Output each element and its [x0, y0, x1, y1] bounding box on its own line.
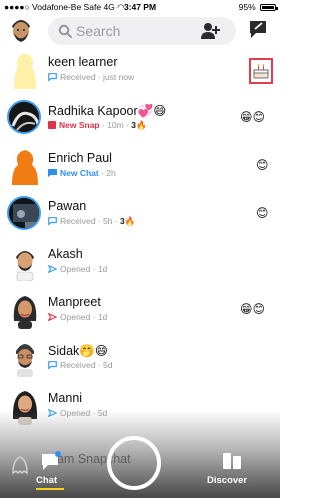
- story-avatar: [7, 196, 41, 230]
- status-time: 2h: [106, 168, 116, 178]
- active-tab-indicator: [36, 488, 64, 490]
- name-emoji: 💞😄: [137, 104, 167, 118]
- status-time: 5h: [103, 216, 113, 226]
- chat-status: Opened · 1d: [48, 264, 107, 274]
- contact-name-text: Pawan: [48, 199, 87, 213]
- add-friend-icon[interactable]: [200, 22, 220, 40]
- new-chat-status-icon: [48, 169, 57, 177]
- chat-status: Received · just now: [48, 72, 134, 82]
- contact-name: Akash: [48, 247, 83, 261]
- chat-status: New Snap · 10m · 3🔥: [48, 120, 147, 131]
- chat-row[interactable]: Sidak🤭😄 Received · 5d: [0, 334, 280, 382]
- search-icon: [58, 24, 72, 38]
- friend-emoji: 😊: [256, 206, 269, 220]
- bottom-nav: eam Snapchat Chat Discover: [0, 430, 280, 498]
- contact-name: Manni: [48, 391, 82, 405]
- contact-name-text: Enrich Paul: [48, 151, 112, 165]
- status-kind: New Snap: [59, 120, 100, 130]
- contact-name-text: Manpreet: [48, 295, 101, 309]
- chat-row[interactable]: Radhika Kapoor💞😄 New Snap · 10m · 3🔥 😁😊: [0, 94, 280, 142]
- contact-name-text: Sidak: [48, 344, 80, 358]
- new-snap-icon: [48, 121, 56, 129]
- received-chat-icon: [48, 217, 57, 225]
- chat-nav-label[interactable]: Chat: [36, 475, 57, 486]
- contact-name: Radhika Kapoor💞😄: [48, 103, 166, 119]
- contact-name: keen learner: [48, 55, 118, 69]
- chat-status: New Chat · 2h: [48, 168, 116, 178]
- status-kind: Opened: [60, 264, 91, 274]
- story-thumbnail: [9, 102, 39, 132]
- birthday-cake-highlight: [249, 58, 273, 84]
- chat-row[interactable]: Pawan Received · 5h · 3🔥 😊: [0, 190, 280, 238]
- status-kind: Received: [60, 72, 96, 82]
- bitmoji-avatar-icon: [16, 344, 34, 377]
- bitmoji-avatar-icon: [16, 251, 34, 281]
- discover-nav-label[interactable]: Discover: [207, 475, 247, 486]
- contact-name-text: Akash: [48, 247, 83, 261]
- friend-emoji: 😁😊: [240, 110, 266, 124]
- status-time: 1d: [97, 264, 108, 274]
- status-time: 10m: [107, 120, 124, 130]
- new-chat-icon[interactable]: [249, 20, 267, 40]
- status-kind: Opened: [60, 312, 91, 322]
- status-time: just now: [103, 72, 135, 82]
- story-thumbnail: [9, 198, 39, 228]
- streak-count: 3🔥: [131, 120, 147, 130]
- bitmoji-avatar-icon: [13, 296, 37, 329]
- status-time: 5d: [103, 360, 113, 370]
- status-kind: New Chat: [60, 168, 99, 178]
- chat-status: Received · 5d: [48, 360, 112, 370]
- contact-name: Enrich Paul: [48, 151, 112, 165]
- opened-arrow-icon: [48, 265, 57, 273]
- friend-emoji: 😁😊: [240, 302, 266, 316]
- header: Search: [0, 14, 280, 46]
- friend-emoji: 😊: [256, 158, 269, 172]
- ghost-avatar-icon: [14, 54, 36, 89]
- map-ghost-icon[interactable]: [11, 455, 29, 475]
- name-emoji: 🤭😄: [79, 344, 108, 358]
- chat-row[interactable]: keen learner Received · just now: [0, 46, 280, 94]
- contact-name: Pawan: [48, 199, 86, 213]
- status-kind: Received: [60, 360, 96, 370]
- chat-status: Received · 5h · 3🔥: [48, 216, 135, 227]
- chat-row[interactable]: Akash Opened · 1d: [0, 238, 280, 286]
- discover-icon[interactable]: [222, 452, 242, 470]
- status-bar-right: 95%: [238, 2, 278, 12]
- status-kind: Received: [60, 216, 96, 226]
- search-placeholder: Search: [76, 23, 121, 39]
- received-chat-icon: [48, 361, 57, 369]
- profile-bitmoji-icon[interactable]: [8, 16, 34, 44]
- chat-row[interactable]: Manpreet Opened · 1d 😁😊: [0, 286, 280, 334]
- ghost-avatar-icon: [12, 150, 38, 185]
- streak-count: 3🔥: [120, 216, 136, 226]
- search-bar[interactable]: Search: [48, 17, 236, 45]
- cake-icon: [253, 64, 269, 79]
- battery-icon: [260, 4, 278, 11]
- contact-name: Manpreet: [48, 295, 101, 309]
- camera-capture-button[interactable]: [107, 436, 161, 490]
- contact-name: Sidak🤭😄: [48, 343, 108, 359]
- status-bar: ●●●●○ Vodafone-Be Safe 4G ◠ 3:47 PM 95%: [0, 0, 280, 14]
- story-avatar: [7, 100, 41, 134]
- chat-status: Opened · 1d: [48, 312, 107, 322]
- chat-nav-icon[interactable]: [40, 451, 62, 471]
- received-chat-icon: [48, 73, 57, 81]
- opened-arrow-icon: [48, 313, 57, 321]
- battery-percent: 95%: [238, 2, 256, 12]
- contact-name-text: Manni: [48, 391, 83, 405]
- chat-row[interactable]: Enrich Paul New Chat · 2h 😊: [0, 142, 280, 190]
- contact-name-text: keen learner: [48, 55, 118, 69]
- status-time: 1d: [97, 312, 108, 322]
- contact-name-text: Radhika Kapoor: [48, 104, 138, 118]
